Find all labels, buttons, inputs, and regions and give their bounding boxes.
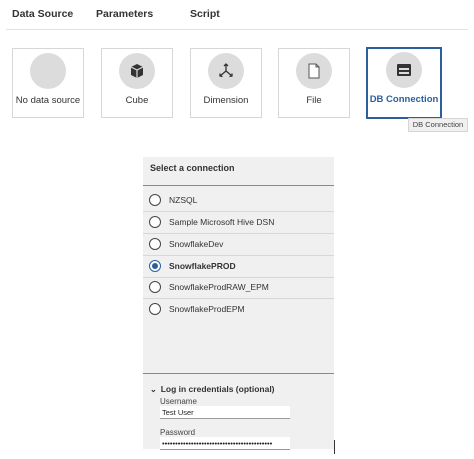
radio-button-checked[interactable] [149,260,161,272]
connection-option-nzsql[interactable]: NZSQL [143,190,334,212]
radio-button[interactable] [149,303,161,315]
source-card-label: No data source [15,95,81,106]
radio-button[interactable] [149,194,161,206]
db-connection-tooltip: DB Connection [408,118,468,132]
connection-label: SnowflakePROD [169,261,236,271]
scrollbar[interactable] [334,440,335,454]
connection-option-snowflake-dev[interactable]: SnowflakeDev [143,234,334,256]
source-card-no-data-source[interactable]: No data source [12,48,84,118]
username-field[interactable] [160,406,290,419]
connection-panel: Select a connection NZSQL Sample Microso… [143,157,335,454]
source-card-cube[interactable]: Cube [101,48,173,118]
file-icon [296,53,332,89]
empty-circle-icon [30,53,66,89]
tab-parameters[interactable]: Parameters [96,8,153,20]
radio-button[interactable] [149,216,161,228]
source-card-db-connection[interactable]: DB Connection [366,47,442,119]
source-card-file[interactable]: File [278,48,350,118]
panel-divider [143,373,334,374]
radio-button[interactable] [149,281,161,293]
tab-script[interactable]: Script [190,8,220,20]
database-icon [386,52,422,88]
credentials-header: Log in credentials (optional) [160,384,275,394]
connection-option-snowflake-prod[interactable]: SnowflakePROD [143,256,334,278]
dimension-icon [208,53,244,89]
tab-bar: Data Source Parameters Script [0,0,474,30]
panel-divider [143,185,334,186]
cube-icon [119,53,155,89]
panel-title: Select a connection [150,163,235,173]
connection-option-hive[interactable]: Sample Microsoft Hive DSN [143,212,334,234]
connection-label: NZSQL [169,195,198,205]
source-card-label: Dimension [203,95,249,106]
radio-button[interactable] [149,238,161,250]
tab-data-source[interactable]: Data Source [12,8,73,20]
source-card-label: Cube [125,95,149,106]
tab-divider [6,29,468,30]
password-field[interactable] [160,437,290,450]
source-card-label: DB Connection [369,94,439,105]
connection-label: SnowflakeDev [169,239,224,249]
connection-option-snowflake-prod-epm[interactable]: SnowflakeProdEPM [143,299,334,320]
username-label: Username [160,397,197,406]
connection-label: SnowflakeProdEPM [169,304,245,314]
credentials-toggle[interactable]: ⌄ Log in credentials (optional) [150,384,275,394]
chevron-down-icon: ⌄ [150,385,157,394]
connection-label: SnowflakeProdRAW_EPM [169,282,269,292]
source-card-dimension[interactable]: Dimension [190,48,262,118]
password-label: Password [160,428,196,437]
connection-option-snowflake-prod-raw-epm[interactable]: SnowflakeProdRAW_EPM [143,277,334,299]
connection-label: Sample Microsoft Hive DSN [169,217,275,227]
source-card-label: File [306,95,322,106]
